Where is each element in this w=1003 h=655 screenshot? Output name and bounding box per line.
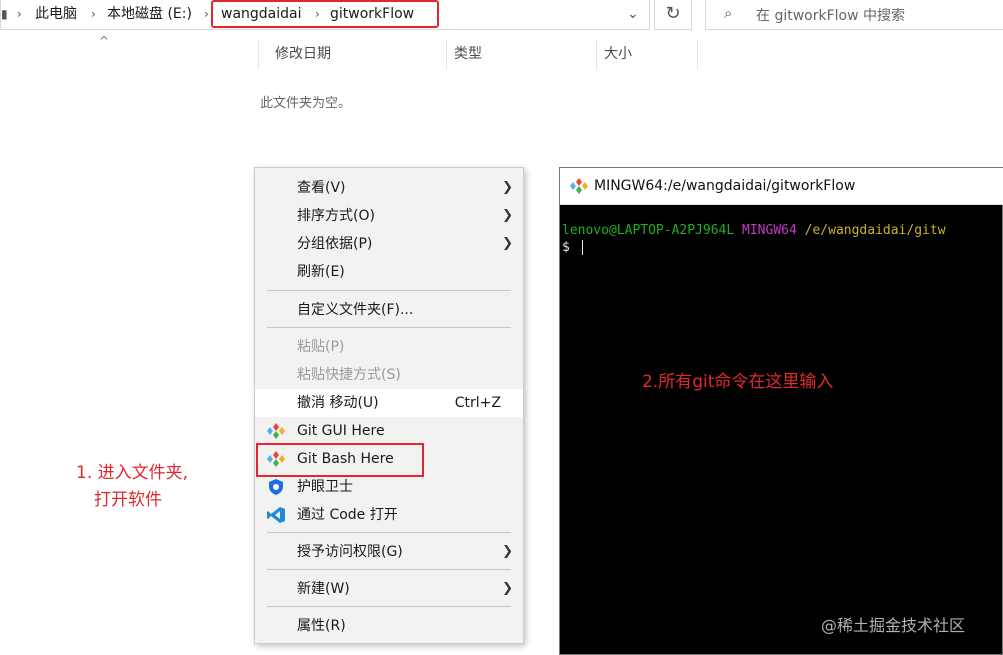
menu-label: Git GUI Here [297,423,385,439]
menu-label: 属性(R) [297,618,346,634]
chevron-right-icon: › [91,7,96,21]
menu-label: 查看(V) [297,180,346,196]
menu-label: 刷新(E) [297,264,345,280]
search-input[interactable]: 在 gitworkFlow 中搜索 [756,5,905,25]
menu-label: 护眼卫士 [297,479,353,495]
column-size[interactable]: 大小 [604,44,632,64]
menu-item-open-with-code[interactable]: 通过 Code 打开 [255,501,523,529]
menu-item-eye-guard[interactable]: 护眼卫士 [255,473,523,501]
watermark: @稀土掘金技术社区 [821,616,966,635]
menu-item-sort[interactable]: 排序方式(O) ❯ [255,202,523,230]
menu-label: 新建(W) [297,581,350,597]
breadcrumb-drive-e[interactable]: 本地磁盘 (E:) [107,4,192,24]
menu-item-undo-move[interactable]: 撤消 移动(U) Ctrl+Z [255,389,523,417]
context-menu: 查看(V) ❯ 排序方式(O) ❯ 分组依据(P) ❯ 刷新(E) 自定义文件夹… [254,167,524,644]
terminal-titlebar[interactable]: MINGW64:/e/wangdaidai/gitworkFlow [560,168,1003,205]
menu-item-grant-access[interactable]: 授予访问权限(G) ❯ [255,538,523,566]
terminal-path: /e/wangdaidai/gitw [804,223,946,238]
menu-item-new[interactable]: 新建(W) ❯ [255,575,523,603]
column-divider [697,40,698,70]
column-divider [446,40,447,70]
git-icon [570,178,588,194]
column-divider [596,40,597,70]
terminal-prompt-line: lenovo@LAPTOP-A2PJ964L MINGW64 /e/wangda… [562,222,946,240]
chevron-down-icon[interactable]: ⌄ [627,4,639,24]
menu-separator [267,569,511,570]
empty-folder-message: 此文件夹为空。 [260,96,352,111]
menu-shortcut: Ctrl+Z [454,395,501,411]
chevron-right-icon: › [17,7,22,21]
menu-item-view[interactable]: 查看(V) ❯ [255,174,523,202]
column-type[interactable]: 类型 [454,44,482,64]
vscode-icon [267,507,285,523]
menu-label: 撤消 移动(U) [297,395,379,411]
menu-item-group[interactable]: 分组依据(P) ❯ [255,230,523,258]
shield-icon [269,479,283,495]
refresh-button[interactable]: ↻ [654,0,692,30]
terminal-prompt-symbol: $ [562,240,570,255]
breadcrumb-this-pc[interactable]: 此电脑 [35,4,77,24]
search-icon: ⌕ [724,4,733,22]
menu-separator [267,532,511,533]
git-bash-highlight-box [256,443,424,477]
menu-label: 排序方式(O) [297,208,375,224]
menu-label: 通过 Code 打开 [297,507,398,523]
chevron-right-icon: ❯ [502,544,513,559]
terminal-cursor [581,240,583,255]
menu-item-customize-folder[interactable]: 自定义文件夹(F)... [255,296,523,324]
menu-separator [267,290,511,291]
path-highlight-box [211,0,439,28]
menu-label: 授予访问权限(G) [297,544,403,560]
chevron-right-icon: ❯ [502,180,513,195]
terminal-title: MINGW64:/e/wangdaidai/gitworkFlow [594,178,856,194]
menu-item-paste-shortcut[interactable]: 粘贴快捷方式(S) [255,361,523,389]
chevron-right-icon: ❯ [502,236,513,251]
chevron-right-icon: › [204,7,209,21]
annotation-step-1-line-1: 1. 进入文件夹, [76,463,189,483]
folder-icon: ▮ [1,7,8,21]
chevron-right-icon: ❯ [502,208,513,223]
menu-label: 粘贴快捷方式(S) [297,367,401,383]
menu-label: 自定义文件夹(F)... [297,302,414,318]
menu-item-refresh[interactable]: 刷新(E) [255,258,523,286]
annotation-step-1-line-2: 打开软件 [94,490,162,510]
column-modified-date[interactable]: 修改日期 [275,44,331,64]
menu-separator [267,606,511,607]
menu-item-git-gui[interactable]: Git GUI Here [255,417,523,445]
annotation-step-2: 2.所有git命令在这里输入 [642,372,834,392]
column-divider [258,40,259,70]
sort-up-icon[interactable]: ^ [99,34,109,48]
git-icon [267,423,285,439]
search-box[interactable]: ⌕ 在 gitworkFlow 中搜索 [705,0,1003,30]
menu-item-paste[interactable]: 粘贴(P) [255,333,523,361]
terminal-input-line[interactable]: $ [562,239,583,257]
menu-label: 分组依据(P) [297,236,373,252]
menu-label: 粘贴(P) [297,339,345,355]
chevron-right-icon: ❯ [502,581,513,596]
terminal-user-host: lenovo@LAPTOP-A2PJ964L [562,223,735,238]
terminal-window[interactable]: MINGW64:/e/wangdaidai/gitworkFlow lenovo… [559,167,1003,655]
menu-separator [267,327,511,328]
menu-item-properties[interactable]: 属性(R) [255,612,523,640]
terminal-shell-name: MINGW64 [742,223,797,238]
